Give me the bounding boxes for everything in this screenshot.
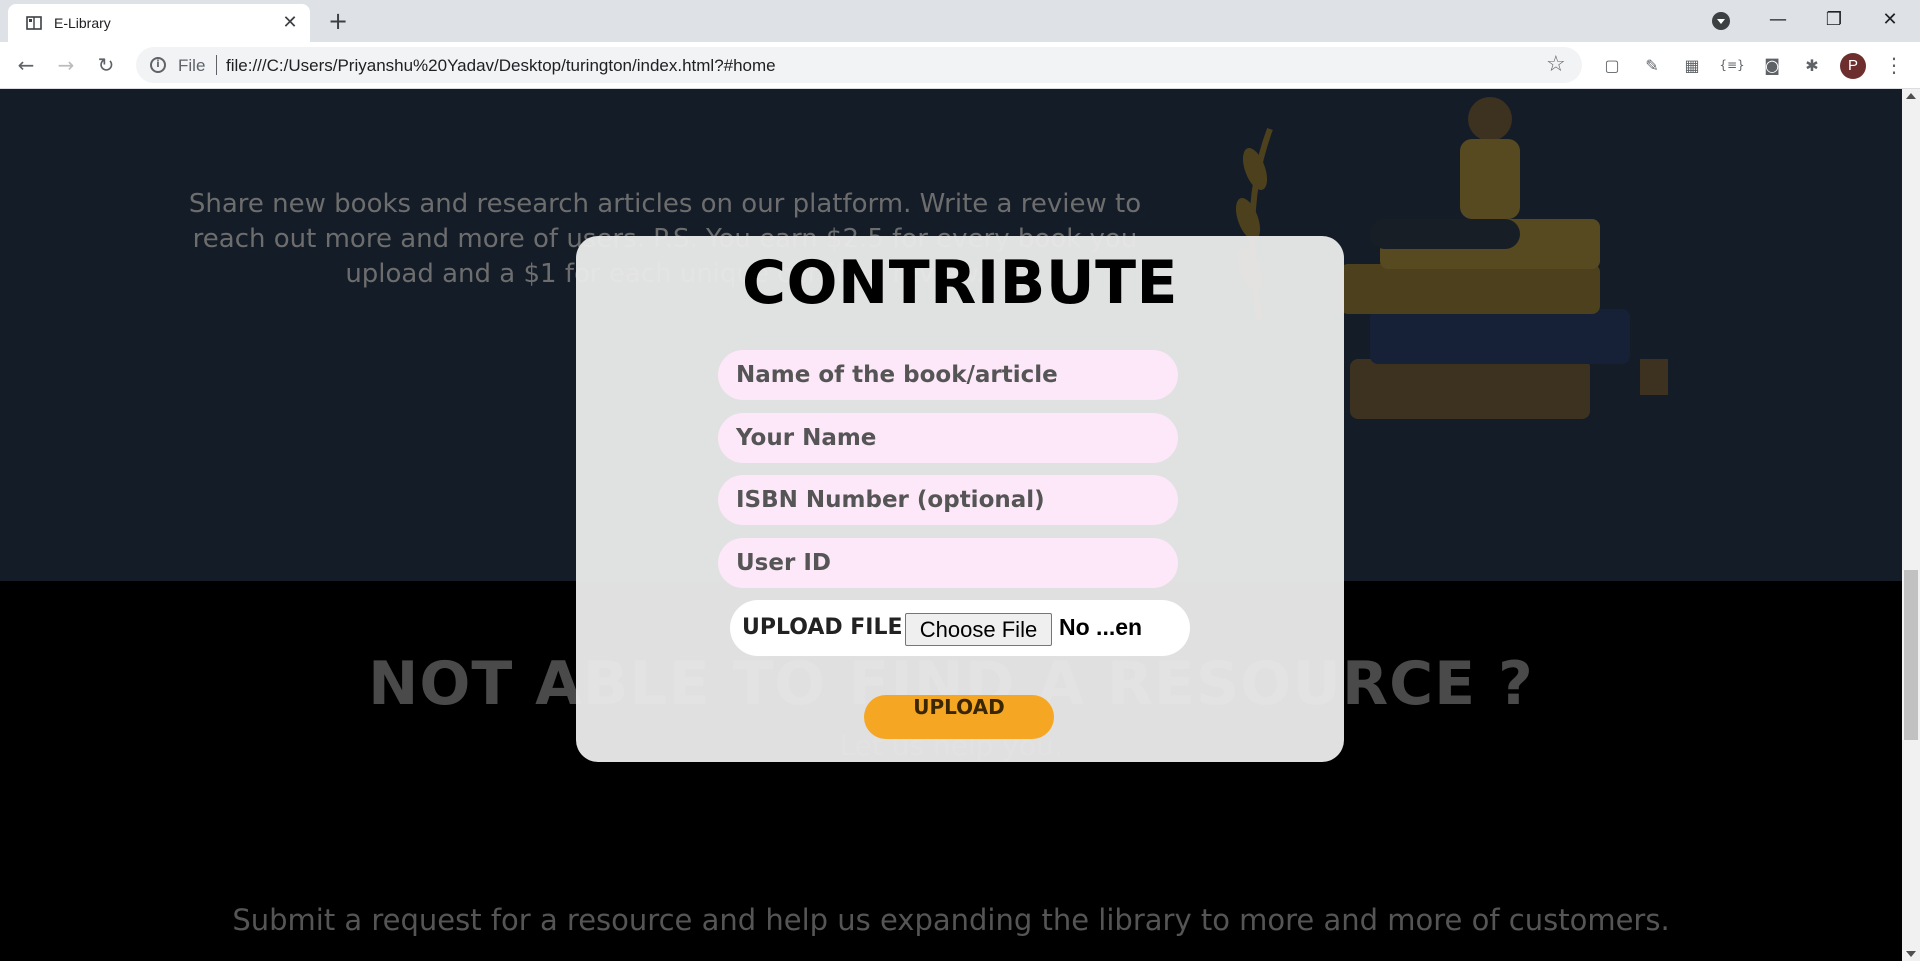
choose-file-button[interactable]: Choose File <box>905 613 1052 646</box>
forward-icon[interactable]: → <box>52 51 80 79</box>
scheme-label: File <box>178 56 206 75</box>
kebab-menu-icon[interactable]: ⋮ <box>1884 53 1904 77</box>
info-icon[interactable]: i <box>150 57 166 73</box>
reload-icon[interactable]: ↻ <box>92 51 120 79</box>
back-icon[interactable]: ← <box>12 51 40 79</box>
tab-close-icon[interactable]: ✕ <box>280 13 300 33</box>
tab-title: E-Library <box>54 15 111 31</box>
tab-search-icon[interactable] <box>1712 12 1730 30</box>
file-status: No ...en <box>1059 614 1143 640</box>
isbn-field[interactable]: ISBN Number (optional) <box>718 475 1178 525</box>
user-id-field[interactable]: User ID <box>718 538 1178 588</box>
bookmark-star-icon[interactable]: ☆ <box>1546 52 1566 77</box>
camera-extension-icon[interactable]: ◙ <box>1762 55 1782 75</box>
eyedropper-extension-icon[interactable]: ✎ <box>1642 55 1662 75</box>
url-text[interactable]: file:///C:/Users/Priyanshu%20Yadav/Deskt… <box>226 56 776 76</box>
upload-file-label: UPLOAD FILE <box>742 615 903 640</box>
submit-request-text: Submit a request for a resource and help… <box>232 903 1670 937</box>
book-icon <box>26 16 42 30</box>
restore-icon[interactable]: ❐ <box>1806 0 1862 38</box>
pocket-extension-icon[interactable]: ▢ <box>1602 55 1622 75</box>
scroll-thumb[interactable] <box>1904 570 1918 740</box>
file-upload-row: UPLOAD FILE Choose File No ...en <box>730 600 1190 656</box>
minimize-icon[interactable]: — <box>1750 0 1806 38</box>
close-icon[interactable]: ✕ <box>1862 0 1918 38</box>
new-tab-button[interactable]: + <box>324 8 352 36</box>
scroll-down-arrow-icon[interactable] <box>1906 951 1916 957</box>
upload-button[interactable]: UPLOAD <box>864 695 1054 739</box>
book-name-field[interactable]: Name of the book/article <box>718 350 1178 400</box>
your-name-field[interactable]: Your Name <box>718 413 1178 463</box>
json-extension-icon[interactable]: {≡} <box>1719 55 1744 75</box>
browser-toolbar: ← → ↻ i File file:///C:/Users/Priyanshu%… <box>0 42 1920 89</box>
address-bar[interactable]: i File file:///C:/Users/Priyanshu%20Yada… <box>136 47 1582 83</box>
page-viewport: Share new books and research articles on… <box>0 89 1902 961</box>
separator <box>216 55 217 75</box>
modal-title: CONTRIBUTE <box>741 248 1179 318</box>
tab-e-library[interactable]: E-Library ✕ <box>8 4 310 42</box>
tab-strip: E-Library ✕ + — ❐ ✕ <box>0 0 1920 42</box>
profile-avatar[interactable]: P <box>1840 53 1866 79</box>
puzzle-extensions-icon[interactable]: ✱ <box>1802 55 1822 75</box>
contribute-modal: CONTRIBUTE Name of the book/article Your… <box>576 236 1344 762</box>
grid-extension-icon[interactable]: ▦ <box>1682 55 1702 75</box>
scroll-up-arrow-icon[interactable] <box>1906 93 1916 99</box>
page-scrollbar[interactable] <box>1902 89 1920 961</box>
